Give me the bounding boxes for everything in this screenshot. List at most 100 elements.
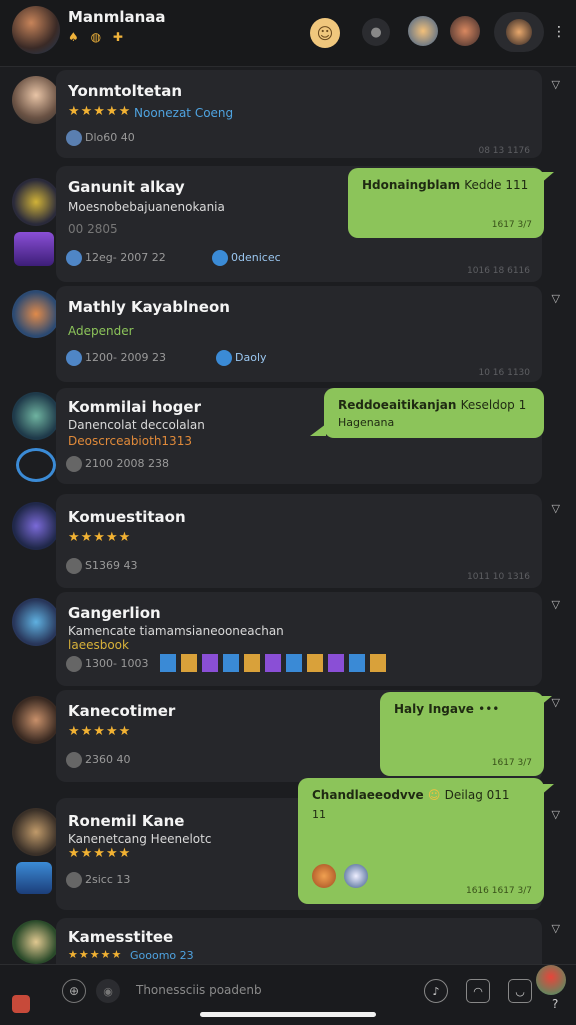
message-meta: 1300- 1003 [66, 656, 148, 672]
chevron-down-icon[interactable]: ▽ [552, 502, 560, 515]
link-icon [66, 130, 82, 146]
message-text: Kanenetcang Heenelotc [68, 832, 212, 846]
menu-button[interactable] [494, 12, 544, 52]
user-avatar[interactable] [12, 696, 60, 744]
outgoing-bubble[interactable]: Reddoeaitikanjan Keseldop 1 Hagenana [324, 388, 544, 438]
message-text: Noonezat Coeng [134, 106, 234, 120]
rating-stars: ★★★★★ [68, 104, 132, 119]
header-status-icons: ♠ ◍ ✚ [68, 30, 127, 44]
member-avatar[interactable] [450, 16, 480, 46]
star-icon [212, 250, 228, 266]
member-avatar [344, 864, 368, 888]
profile-avatar[interactable] [12, 6, 60, 54]
message-text: Kamencate tiamamsianeooneachan [68, 624, 284, 638]
message-text: Adepender [68, 324, 134, 338]
user-avatar[interactable] [12, 502, 60, 550]
bubble-text: Reddoeaitikanjan Keseldop 1 [338, 398, 527, 412]
timestamp: 10 16 1130 [478, 368, 530, 378]
rating-stars: ★★★★★ [68, 948, 123, 961]
sender-name: Gangerlion [68, 604, 161, 622]
user-avatar[interactable] [12, 392, 60, 440]
sticker-icon[interactable]: ◠ [466, 979, 490, 1003]
mic-icon[interactable]: ♪ [424, 979, 448, 1003]
link-icon [66, 558, 82, 574]
help-icon[interactable]: ? [552, 997, 558, 1011]
bubble-tail [310, 424, 326, 436]
message-subtext: 00 2805 [68, 222, 118, 236]
bubble-text: Hdonaingblam Kedde 111 [362, 178, 529, 192]
message-meta: 2360 40 [66, 752, 131, 768]
chevron-down-icon[interactable]: ▽ [552, 808, 560, 821]
message-card[interactable]: Kamesstitee ★★★★★ Gooomo 23 [56, 918, 542, 964]
reaction-strip[interactable] [160, 654, 390, 672]
sender-name: Ronemil Kane [68, 812, 185, 830]
message-card[interactable]: Gangerlion Kamencate tiamamsianeooneacha… [56, 592, 542, 686]
message-card[interactable]: Komuestitaon ★★★★★ S1369 43 1011 10 1316 [56, 494, 542, 588]
outgoing-bubble[interactable]: Chandlaeeodvve ☺ Deilag 011 11 1616 1617… [298, 778, 544, 904]
bubble-subtext: Hagenana [338, 416, 395, 429]
sender-name: Komuestitaon [68, 508, 186, 526]
message-text: Danencolat deccolalan [68, 418, 205, 432]
link-icon [66, 350, 82, 366]
star-icon [216, 350, 232, 366]
camera-button[interactable]: ◉ [96, 979, 120, 1003]
chevron-down-icon[interactable]: ▽ [552, 78, 560, 91]
chevron-down-icon[interactable]: ▽ [552, 292, 560, 305]
home-indicator [200, 1012, 376, 1017]
reaction-tag: 0denicec [212, 250, 281, 266]
bubble-tail [540, 696, 552, 706]
message-subtext: Deoscrceabioth1313 [68, 434, 192, 448]
sender-name: Ganunit alkay [68, 178, 185, 196]
bubble-time: 1617 3/7 [491, 220, 532, 230]
message-meta: 12eg- 2007 22 [66, 250, 166, 266]
chevron-down-icon[interactable]: ▽ [552, 696, 560, 709]
sender-name: Mathly Kayablneon [68, 298, 230, 316]
message-input[interactable]: Thonessciis poadenb [136, 983, 262, 997]
message-card[interactable]: Yonmtoltetan ★★★★★ Noonezat Coeng Dlo60 … [56, 70, 542, 158]
user-avatar[interactable] [12, 920, 60, 964]
top-bar: Manmlanaa ♠ ◍ ✚ ☺ ● ⋮ [0, 0, 576, 67]
message-meta: S1369 43 [66, 558, 137, 574]
bubble-tail [540, 784, 554, 796]
treasure-chest-icon [14, 232, 54, 266]
link-icon [66, 250, 82, 266]
message-meta: Dlo60 40 [66, 130, 135, 146]
link-icon [66, 656, 82, 672]
message-card[interactable]: Mathly Kayablneon Adepender 1200- 2009 2… [56, 286, 542, 382]
user-avatar[interactable] [12, 808, 60, 856]
rating-stars: ★★★★★ [68, 724, 132, 739]
timestamp: 1011 10 1316 [467, 572, 530, 582]
treasure-chest-icon [16, 862, 52, 894]
emoji-button[interactable]: ☺ [310, 18, 340, 48]
reaction-tag: Daoly [216, 350, 267, 366]
attach-button[interactable]: ⊕ [62, 979, 86, 1003]
message-meta: 2100 2008 238 [66, 456, 169, 472]
apps-icon[interactable] [12, 995, 30, 1013]
more-options-icon[interactable]: ⋮ [552, 24, 566, 40]
bubble-time: 1617 3/7 [491, 758, 532, 768]
chevron-down-icon[interactable]: ▽ [552, 598, 560, 611]
gif-icon[interactable]: ◡ [508, 979, 532, 1003]
member-avatar[interactable] [408, 16, 438, 46]
user-avatar[interactable] [12, 598, 60, 646]
sender-name: Kanecotimer [68, 702, 176, 720]
chevron-down-icon[interactable]: ▽ [552, 922, 560, 935]
link-icon [66, 752, 82, 768]
outgoing-bubble[interactable]: Haly Ingave ••• 1617 3/7 [380, 692, 544, 776]
send-button[interactable] [536, 965, 566, 995]
user-avatar[interactable] [12, 178, 60, 226]
outgoing-bubble[interactable]: Hdonaingblam Kedde 111 1617 3/7 [348, 168, 544, 238]
sender-name: Kamesstitee [68, 928, 174, 946]
message-subtext: laeesbook [68, 638, 129, 652]
timestamp: 1016 18 6116 [467, 266, 530, 276]
bubble-time: 1616 1617 3/7 [465, 886, 532, 896]
user-avatar[interactable] [12, 76, 60, 124]
sender-name: Kommilai hoger [68, 398, 201, 416]
sender-name: Yonmtoltetan [68, 82, 183, 100]
chat-title: Manmlanaa [68, 8, 166, 26]
message-text: Moesnobebajuanenokania [68, 200, 225, 214]
rating-stars: ★★★★★ [68, 846, 132, 861]
user-avatar[interactable] [12, 290, 60, 338]
mic-button[interactable]: ● [362, 18, 390, 46]
bubble-text: Haly Ingave ••• [394, 702, 500, 716]
